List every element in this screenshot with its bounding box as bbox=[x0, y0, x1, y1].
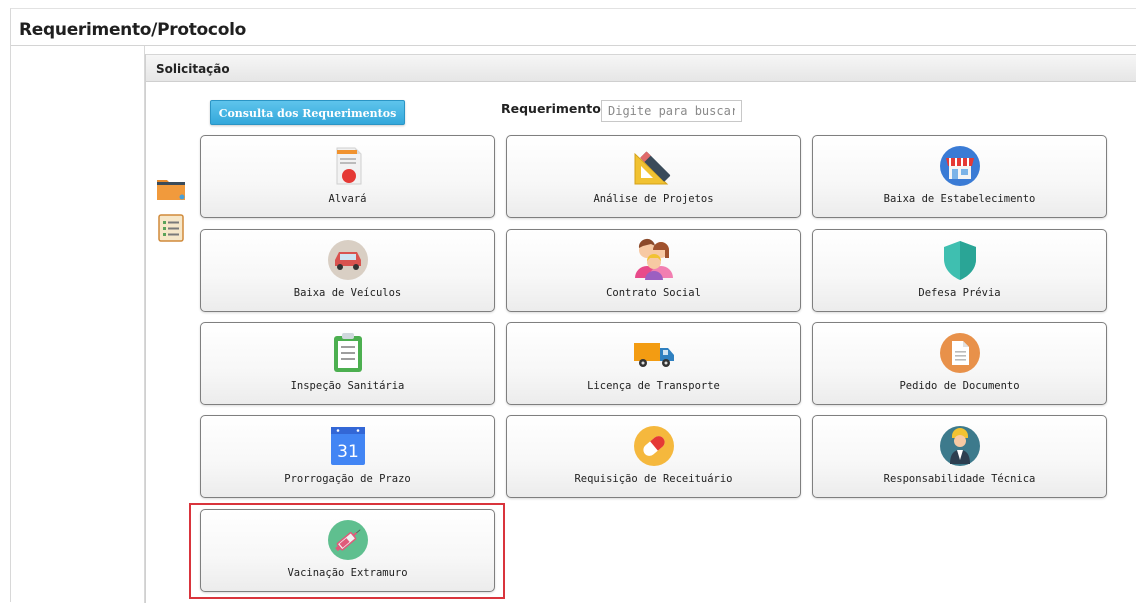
tile-label: Requisição de Receituário bbox=[574, 473, 733, 485]
tile-label: Baixa de Veículos bbox=[293, 287, 402, 299]
checklist-icon[interactable] bbox=[156, 213, 186, 243]
tile-label: Pedido de Documento bbox=[899, 380, 1020, 392]
tile-label: Prorrogação de Prazo bbox=[284, 473, 411, 485]
people-icon bbox=[631, 238, 677, 282]
ruler-pencil-icon bbox=[631, 144, 677, 188]
search-input[interactable] bbox=[601, 100, 742, 122]
consult-requests-button[interactable]: Consulta dos Requerimentos bbox=[210, 100, 405, 125]
tile-alvara[interactable]: Alvará bbox=[200, 135, 495, 218]
tile-label: Análise de Projetos bbox=[593, 193, 714, 205]
tile-label: Inspeção Sanitária bbox=[290, 380, 405, 392]
calendar-day: 31 bbox=[337, 442, 359, 462]
search-label: Requerimento bbox=[501, 101, 601, 116]
tile-label: Defesa Prévia bbox=[918, 287, 1001, 299]
tile-contrato-social[interactable]: Contrato Social bbox=[506, 229, 801, 312]
pill-icon bbox=[631, 424, 677, 468]
panel-header: Solicitação bbox=[146, 54, 1136, 82]
permit-document-icon bbox=[325, 144, 371, 188]
tile-label: Contrato Social bbox=[606, 287, 701, 299]
page-title: Requerimento/Protocolo bbox=[19, 20, 246, 40]
tile-baixa-estabelecimento[interactable]: Baixa de Estabelecimento bbox=[812, 135, 1107, 218]
tile-requisicao-receituario[interactable]: Requisição de Receituário bbox=[506, 415, 801, 498]
car-icon bbox=[325, 238, 371, 282]
tile-analise-projetos[interactable]: Análise de Projetos bbox=[506, 135, 801, 218]
folder-icon[interactable] bbox=[156, 173, 186, 203]
tile-licenca-transporte[interactable]: Licença de Transporte bbox=[506, 322, 801, 405]
tile-pedido-documento[interactable]: Pedido de Documento bbox=[812, 322, 1107, 405]
tile-baixa-veiculos[interactable]: Baixa de Veículos bbox=[200, 229, 495, 312]
engineer-icon bbox=[937, 424, 983, 468]
tile-responsabilidade-tecnica[interactable]: Responsabilidade Técnica bbox=[812, 415, 1107, 498]
tile-label: Licença de Transporte bbox=[587, 380, 720, 392]
tile-label: Alvará bbox=[328, 193, 367, 205]
storefront-icon bbox=[937, 144, 983, 188]
calendar-icon: 31 bbox=[325, 424, 371, 468]
tile-inspecao-sanitaria[interactable]: Inspeção Sanitária bbox=[200, 322, 495, 405]
document-icon bbox=[937, 331, 983, 375]
left-column bbox=[11, 46, 145, 603]
truck-icon bbox=[631, 331, 677, 375]
highlight-box bbox=[189, 503, 505, 599]
tile-label: Baixa de Estabelecimento bbox=[883, 193, 1036, 205]
shield-icon bbox=[937, 238, 983, 282]
panel-title: Solicitação bbox=[156, 62, 230, 76]
tile-defesa-previa[interactable]: Defesa Prévia bbox=[812, 229, 1107, 312]
clipboard-icon bbox=[325, 331, 371, 375]
title-bar: Requerimento/Protocolo bbox=[11, 9, 1136, 46]
tile-label: Responsabilidade Técnica bbox=[883, 473, 1036, 485]
tile-prorrogacao-prazo[interactable]: 31 Prorrogação de Prazo bbox=[200, 415, 495, 498]
